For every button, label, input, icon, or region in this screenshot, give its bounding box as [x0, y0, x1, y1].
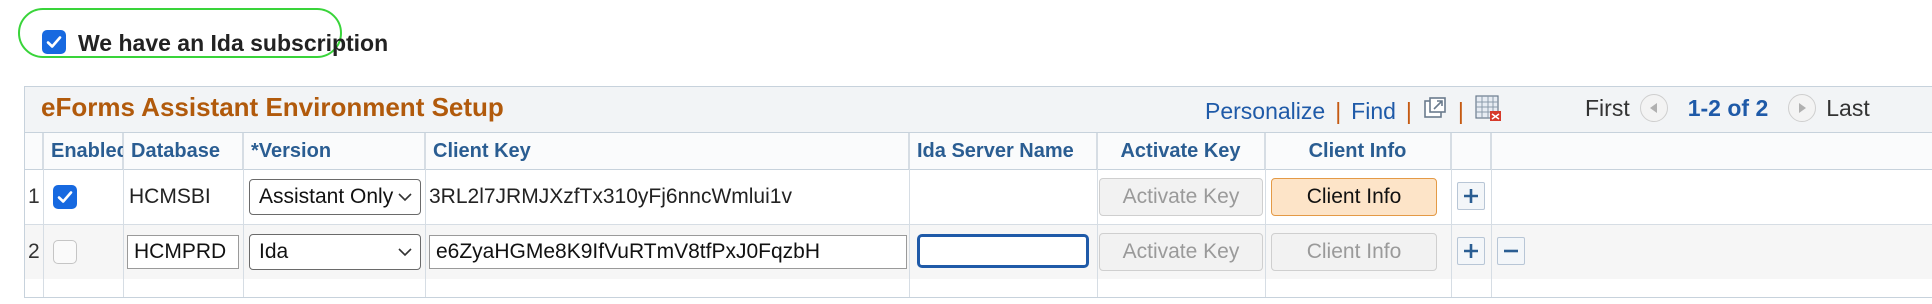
plus-icon [1464, 189, 1478, 203]
pager-last-label[interactable]: Last [1826, 95, 1869, 122]
client-key-value: 3RL2l7JRMJXzfTx310yFj6nncWmlui1v [429, 185, 792, 208]
delete-row-button[interactable] [1497, 237, 1525, 265]
grid-toolbar: Personalize | Find | | [1205, 94, 1502, 128]
ida-subscription-checkbox-group[interactable]: We have an Ida subscription [42, 26, 388, 57]
activate-key-button[interactable]: Activate Key [1099, 233, 1263, 271]
add-column-header [1451, 133, 1491, 169]
version-select[interactable]: Assistant Only [249, 179, 421, 215]
ida-server-name-input[interactable] [917, 234, 1089, 268]
column-divider [909, 133, 910, 297]
column-header-enabled: Enabled [43, 133, 129, 169]
grid-title: eForms Assistant Environment Setup [41, 92, 504, 122]
ida-subscription-checkbox[interactable] [42, 29, 66, 54]
download-spreadsheet-icon[interactable] [1474, 94, 1502, 128]
column-header-client-key: Client Key [425, 133, 909, 169]
separator: | [1335, 97, 1342, 124]
right-arrow-icon[interactable] [1788, 94, 1817, 122]
personalize-link[interactable]: Personalize [1205, 98, 1325, 125]
chevron-down-icon [398, 193, 412, 202]
pager-first-label[interactable]: First [1585, 95, 1630, 122]
check-icon [57, 191, 73, 203]
new-window-icon[interactable] [1422, 95, 1448, 127]
separator: | [1405, 97, 1412, 124]
check-icon [46, 35, 62, 48]
enabled-checkbox[interactable] [53, 185, 77, 209]
add-row-button[interactable] [1457, 237, 1485, 265]
minus-icon [1504, 249, 1518, 253]
activate-key-button[interactable]: Activate Key [1099, 178, 1263, 216]
row-number-header [25, 133, 43, 169]
left-arrow-icon[interactable] [1639, 94, 1668, 122]
ida-server-name-value [915, 170, 1095, 224]
column-header-activate-key: Activate Key [1097, 133, 1265, 169]
chevron-down-icon [398, 248, 412, 257]
column-divider [43, 133, 44, 297]
client-info-button[interactable]: Client Info [1271, 233, 1437, 271]
row-number: 2 [28, 240, 40, 263]
enabled-checkbox[interactable] [53, 240, 77, 264]
version-select[interactable]: Ida [249, 234, 421, 270]
column-header-database: Database [123, 133, 243, 169]
database-value: HCMSBI [129, 185, 211, 208]
plus-icon [1464, 244, 1478, 258]
add-row-button[interactable] [1457, 182, 1485, 210]
eforms-environment-grid: eForms Assistant Environment Setup Perso… [24, 86, 1932, 298]
grid-pager: First 1-2 of 2 Last [1585, 94, 1870, 122]
client-key-input[interactable]: e6ZyaHGMe8K9IfVuRTmV8tfPxJ0FqzbH [429, 235, 907, 269]
delete-column-header [1491, 133, 1932, 169]
column-divider [1451, 133, 1452, 297]
column-header-ida-server-name: Ida Server Name [909, 133, 1097, 169]
row-number: 1 [28, 185, 40, 208]
column-divider [1265, 133, 1266, 297]
column-divider [425, 133, 426, 297]
column-header-client-info: Client Info [1265, 133, 1451, 169]
database-input-value: HCMPRD [134, 240, 227, 263]
column-header-version[interactable]: *Version [243, 133, 425, 169]
column-divider [1491, 133, 1492, 297]
find-link[interactable]: Find [1351, 98, 1396, 125]
database-input[interactable]: HCMPRD [127, 235, 239, 269]
version-select-value: Ida [259, 240, 289, 263]
ida-subscription-label: We have an Ida subscription [78, 30, 389, 56]
client-info-button[interactable]: Client Info [1271, 178, 1437, 216]
grid-header-bar: eForms Assistant Environment Setup Perso… [25, 87, 1932, 133]
column-divider [1097, 133, 1098, 297]
client-key-input-value: e6ZyaHGMe8K9IfVuRTmV8tfPxJ0FqzbH [436, 240, 820, 263]
table-row: 2 HCMPRD Ida e6ZyaHGMe8K9IfVuRTmV8tfPxJ0… [25, 225, 1932, 279]
table-row: 1 HCMSBI Assistant Only 3RL2l7JRMJXzfTx3… [25, 170, 1932, 224]
column-divider [123, 133, 124, 297]
separator: | [1457, 97, 1464, 124]
column-divider [243, 133, 244, 297]
pager-range: 1-2 of 2 [1687, 94, 1769, 121]
version-select-value: Assistant Only [259, 185, 394, 208]
